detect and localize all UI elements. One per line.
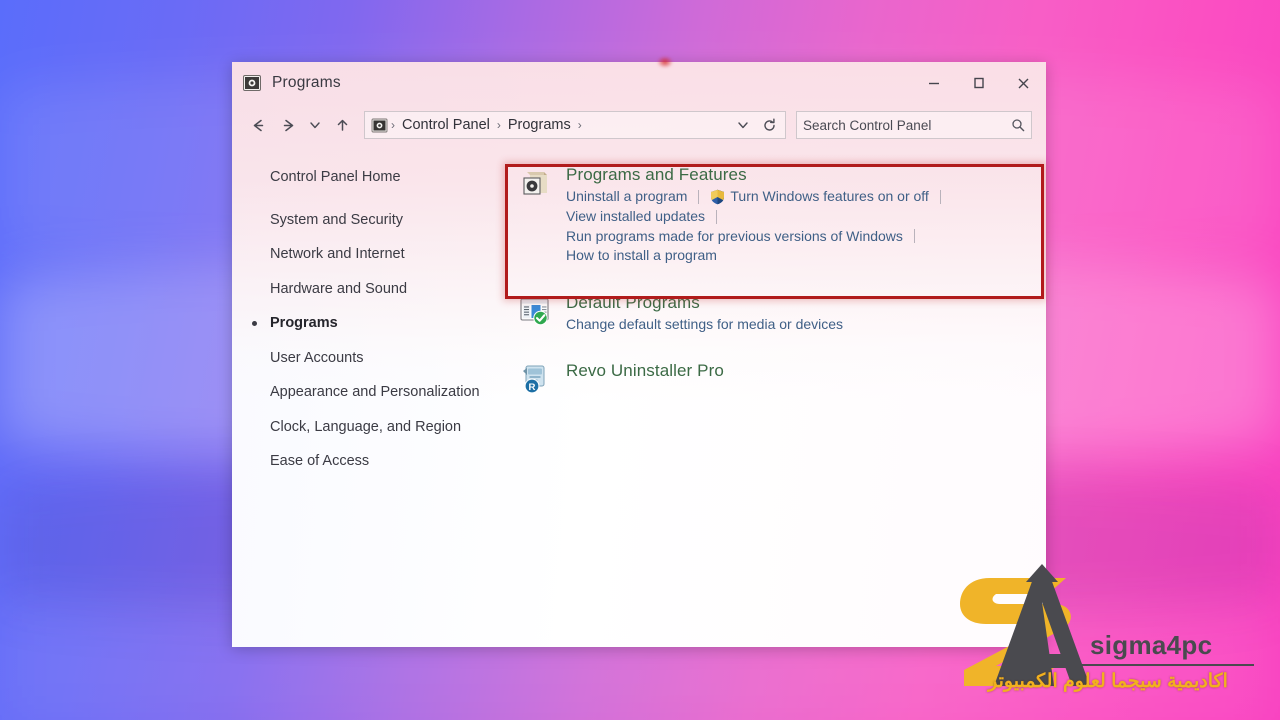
category-default-programs: Default Programs Change default settings… <box>510 286 1046 338</box>
sidebar: Control Panel Home System and Security N… <box>232 146 510 647</box>
sidebar-item-network-and-internet[interactable]: Network and Internet <box>232 245 510 264</box>
link-row-2: View installed updates <box>566 207 1046 227</box>
sidebar-item-control-panel-home[interactable]: Control Panel Home <box>232 168 510 187</box>
window-controls <box>911 62 1046 104</box>
sidebar-item-label: Control Panel Home <box>270 169 401 185</box>
category-body: Programs and Features Uninstall a progra… <box>566 164 1046 266</box>
sidebar-item-clock-language-and-region[interactable]: Clock, Language, and Region <box>232 418 510 437</box>
svg-text:R: R <box>529 382 536 393</box>
close-button[interactable] <box>1001 64 1046 102</box>
sidebar-item-system-and-security[interactable]: System and Security <box>232 211 510 230</box>
search-input[interactable] <box>803 117 1011 133</box>
link-divider <box>939 189 941 204</box>
sidebar-item-label: Hardware and Sound <box>270 280 408 297</box>
category-programs-and-features: Programs and Features Uninstall a progra… <box>510 158 1046 270</box>
control-panel-window: Programs › Control Panel › Programs › Se… <box>232 62 1046 647</box>
refresh-icon[interactable] <box>757 113 781 137</box>
sidebar-item-user-accounts[interactable]: User Accounts <box>232 349 510 368</box>
breadcrumb-separator: › <box>496 118 501 132</box>
watermark-divider <box>1034 664 1254 666</box>
uac-shield-icon <box>710 189 725 205</box>
window-body: Control Panel Home System and Security N… <box>232 146 1046 647</box>
link-uninstall-a-program[interactable]: Uninstall a program <box>566 187 687 207</box>
category-body: Default Programs Change default settings… <box>566 292 1046 334</box>
address-bar-actions <box>731 113 781 137</box>
category-title[interactable]: Programs and Features <box>566 164 1046 186</box>
link-row-4: How to install a program <box>566 246 1046 266</box>
link-row-1: Uninstall a program Turn Windows feature… <box>566 187 1046 207</box>
link-row-3: Run programs made for previous versions … <box>566 227 1046 247</box>
control-panel-breadcrumb-icon <box>371 117 388 134</box>
link-divider <box>698 189 700 204</box>
search-box[interactable] <box>796 111 1032 139</box>
desktop-background: Programs › Control Panel › Programs › Se… <box>0 0 1280 720</box>
link-how-to-install-a-program[interactable]: How to install a program <box>566 246 717 266</box>
window-title-bar[interactable]: Programs <box>232 62 1046 104</box>
navigation-bar: › Control Panel › Programs › <box>232 104 1046 146</box>
window-title: Programs <box>272 74 341 91</box>
back-arrow-icon[interactable] <box>244 111 272 139</box>
breadcrumb-programs[interactable]: Programs <box>504 117 575 133</box>
current-item-bullet-icon <box>252 321 257 327</box>
link-change-default-settings-for-media-or-devices[interactable]: Change default settings for media or dev… <box>566 315 1046 334</box>
category-body: Revo Uninstaller Pro <box>566 360 1046 396</box>
sidebar-item-label: User Accounts <box>270 349 364 366</box>
sidebar-item-ease-of-access[interactable]: Ease of Access <box>232 452 510 471</box>
breadcrumb-control-panel[interactable]: Control Panel <box>398 117 494 133</box>
sidebar-item-hardware-and-sound[interactable]: Hardware and Sound <box>232 280 510 299</box>
sidebar-item-label: Clock, Language, and Region <box>270 418 462 435</box>
sigma4pc-watermark: sigma4pc اكاديمية سيجما لعلوم الكمبيوتر <box>938 558 1268 708</box>
forward-arrow-icon[interactable] <box>274 111 302 139</box>
link-divider <box>716 209 718 224</box>
up-arrow-icon[interactable] <box>328 111 356 139</box>
sidebar-item-label: Appearance and Personalization <box>270 384 480 401</box>
link-divider <box>913 229 915 244</box>
programs-and-features-icon <box>518 166 552 200</box>
sidebar-item-label: Ease of Access <box>270 453 370 470</box>
recent-locations-chevron-down-icon[interactable] <box>304 111 326 139</box>
breadcrumb-separator: › <box>577 118 582 132</box>
control-panel-icon <box>242 73 262 93</box>
maximize-button[interactable] <box>956 64 1001 102</box>
link-turn-windows-features-on-or-off[interactable]: Turn Windows features on or off <box>730 187 928 207</box>
watermark-brand: sigma4pc <box>1090 630 1213 660</box>
breadcrumb-separator: › <box>391 118 395 132</box>
sidebar-item-label: Programs <box>270 315 338 332</box>
address-chevron-down-icon[interactable] <box>731 113 755 137</box>
default-programs-icon <box>518 294 552 328</box>
category-revo-uninstaller-pro: R Revo Uninstaller Pro <box>510 354 1046 400</box>
category-title[interactable]: Revo Uninstaller Pro <box>566 360 1046 382</box>
search-icon[interactable] <box>1011 118 1025 132</box>
link-view-installed-updates[interactable]: View installed updates <box>566 207 705 227</box>
sidebar-item-label: System and Security <box>270 211 403 228</box>
sidebar-item-label: Network and Internet <box>270 246 405 263</box>
watermark-tagline: اكاديمية سيجما لعلوم الكمبيوتر <box>988 671 1228 692</box>
sidebar-item-programs[interactable]: Programs <box>232 314 510 333</box>
revo-uninstaller-icon: R <box>518 362 552 396</box>
address-bar[interactable]: › Control Panel › Programs › <box>364 111 786 139</box>
category-title[interactable]: Default Programs <box>566 292 1046 314</box>
link-run-programs-made-for-previous-versions-of-windows[interactable]: Run programs made for previous versions … <box>566 227 903 247</box>
sidebar-item-appearance-and-personalization[interactable]: Appearance and Personalization <box>232 383 510 402</box>
minimize-button[interactable] <box>911 64 956 102</box>
